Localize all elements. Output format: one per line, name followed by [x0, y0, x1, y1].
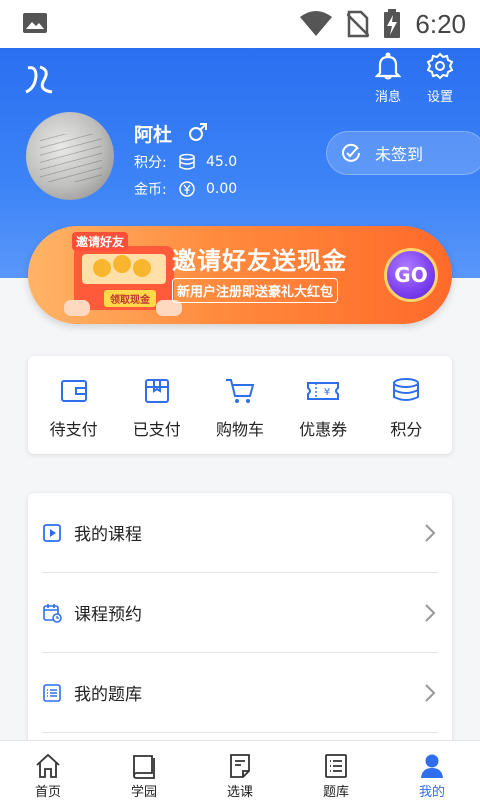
- go-button[interactable]: GO: [384, 248, 438, 302]
- my-courses-label: 我的课程: [74, 525, 142, 545]
- nav-question-bank[interactable]: 题库: [288, 741, 384, 800]
- bell-icon: [375, 52, 401, 80]
- order-actions-card: 待支付 已支付 购物车 ¥ 优惠券 积分: [28, 356, 452, 454]
- avatar[interactable]: [26, 112, 114, 200]
- book-icon: [133, 755, 155, 779]
- battery-charging-icon: [384, 9, 401, 38]
- status-bar: 6:20: [0, 0, 480, 48]
- invite-banner[interactable]: 邀请好友 领取现金 邀请好友送现金 新用户注册即送豪礼大红包 GO: [28, 226, 452, 324]
- nav-course-select-label: 选课: [226, 785, 253, 800]
- chevron-right-icon: [425, 604, 436, 622]
- document-icon: [230, 754, 250, 778]
- banner-title: 邀请好友送现金: [172, 247, 347, 275]
- box-icon: [144, 379, 169, 403]
- points-action-label: 积分: [390, 420, 423, 439]
- chevron-right-icon: [425, 524, 436, 542]
- nav-mine[interactable]: 我的: [384, 741, 480, 800]
- coins-value: 0.00: [206, 181, 238, 197]
- coupon-button[interactable]: ¥ 优惠券: [283, 356, 363, 454]
- play-icon: [43, 523, 61, 542]
- no-sim-icon: [347, 10, 370, 38]
- checkin-button[interactable]: 未签到: [326, 131, 480, 175]
- my-question-bank-label: 我的题库: [74, 685, 142, 705]
- settings-label: 设置: [426, 90, 453, 105]
- nav-academy[interactable]: 学园: [96, 741, 192, 800]
- list-icon: [325, 754, 347, 778]
- user-name: 阿杜: [134, 124, 173, 146]
- points-row: 积分: 45.0: [134, 152, 237, 172]
- paid-button[interactable]: 已支付: [117, 356, 197, 454]
- banner-subtitle: 新用户注册即送豪礼大红包: [172, 278, 339, 303]
- coins-stack-icon: [179, 153, 195, 170]
- nav-home-label: 首页: [34, 785, 61, 800]
- male-icon: [189, 123, 207, 141]
- app-logo: [25, 65, 53, 94]
- points-value: 45.0: [206, 154, 238, 170]
- messages-button[interactable]: 消息: [364, 52, 412, 105]
- points-button[interactable]: 积分: [366, 356, 446, 454]
- my-question-bank-item[interactable]: 我的题库: [42, 653, 438, 733]
- pending-payment-button[interactable]: 待支付: [34, 356, 114, 454]
- nav-academy-label: 学园: [130, 785, 157, 800]
- coins-row: 金币: 0.00: [134, 179, 237, 199]
- wallet-icon: [60, 380, 87, 402]
- coupon-icon: ¥: [307, 382, 340, 400]
- pack-button: 领取现金: [104, 290, 156, 307]
- checkin-label: 未签到: [375, 145, 424, 164]
- course-booking-label: 课程预约: [74, 605, 142, 625]
- messages-label: 消息: [374, 90, 401, 105]
- points-label: 积分:: [134, 155, 167, 171]
- wifi-icon: [300, 11, 333, 36]
- nav-course-select[interactable]: 选课: [192, 741, 288, 800]
- nav-question-bank-label: 题库: [322, 785, 349, 800]
- chevron-right-icon: [425, 684, 436, 702]
- user-icon: [421, 754, 443, 778]
- gear-icon: [426, 52, 454, 80]
- home-icon: [36, 753, 60, 778]
- bottom-nav: 首页 学园 选课 题库 我的: [0, 740, 480, 800]
- nav-mine-label: 我的: [418, 785, 445, 800]
- cart-icon: [225, 379, 255, 403]
- coupon-label: 优惠券: [299, 420, 348, 439]
- settings-button[interactable]: 设置: [416, 52, 464, 105]
- menu-list: 我的课程 课程预约 我的题库: [28, 493, 452, 753]
- check-circle-icon: [342, 143, 360, 162]
- course-booking-item[interactable]: 课程预约: [42, 573, 438, 653]
- cart-button[interactable]: 购物车: [200, 356, 280, 454]
- clock: 6:20: [415, 8, 466, 39]
- image-icon: [23, 13, 47, 33]
- yen-coin-icon: [179, 181, 195, 197]
- list-icon: [43, 683, 61, 702]
- cart-label: 购物车: [215, 420, 264, 439]
- calendar-clock-icon: [43, 603, 62, 623]
- coins-label: 金币:: [134, 182, 167, 198]
- coins-icon: [393, 378, 420, 401]
- svg-text:¥: ¥: [324, 387, 330, 398]
- pending-payment-label: 待支付: [49, 420, 98, 439]
- nav-home[interactable]: 首页: [0, 741, 96, 800]
- paid-label: 已支付: [132, 420, 181, 439]
- my-courses-item[interactable]: 我的课程: [42, 493, 438, 573]
- pack-header: 邀请好友: [72, 232, 129, 251]
